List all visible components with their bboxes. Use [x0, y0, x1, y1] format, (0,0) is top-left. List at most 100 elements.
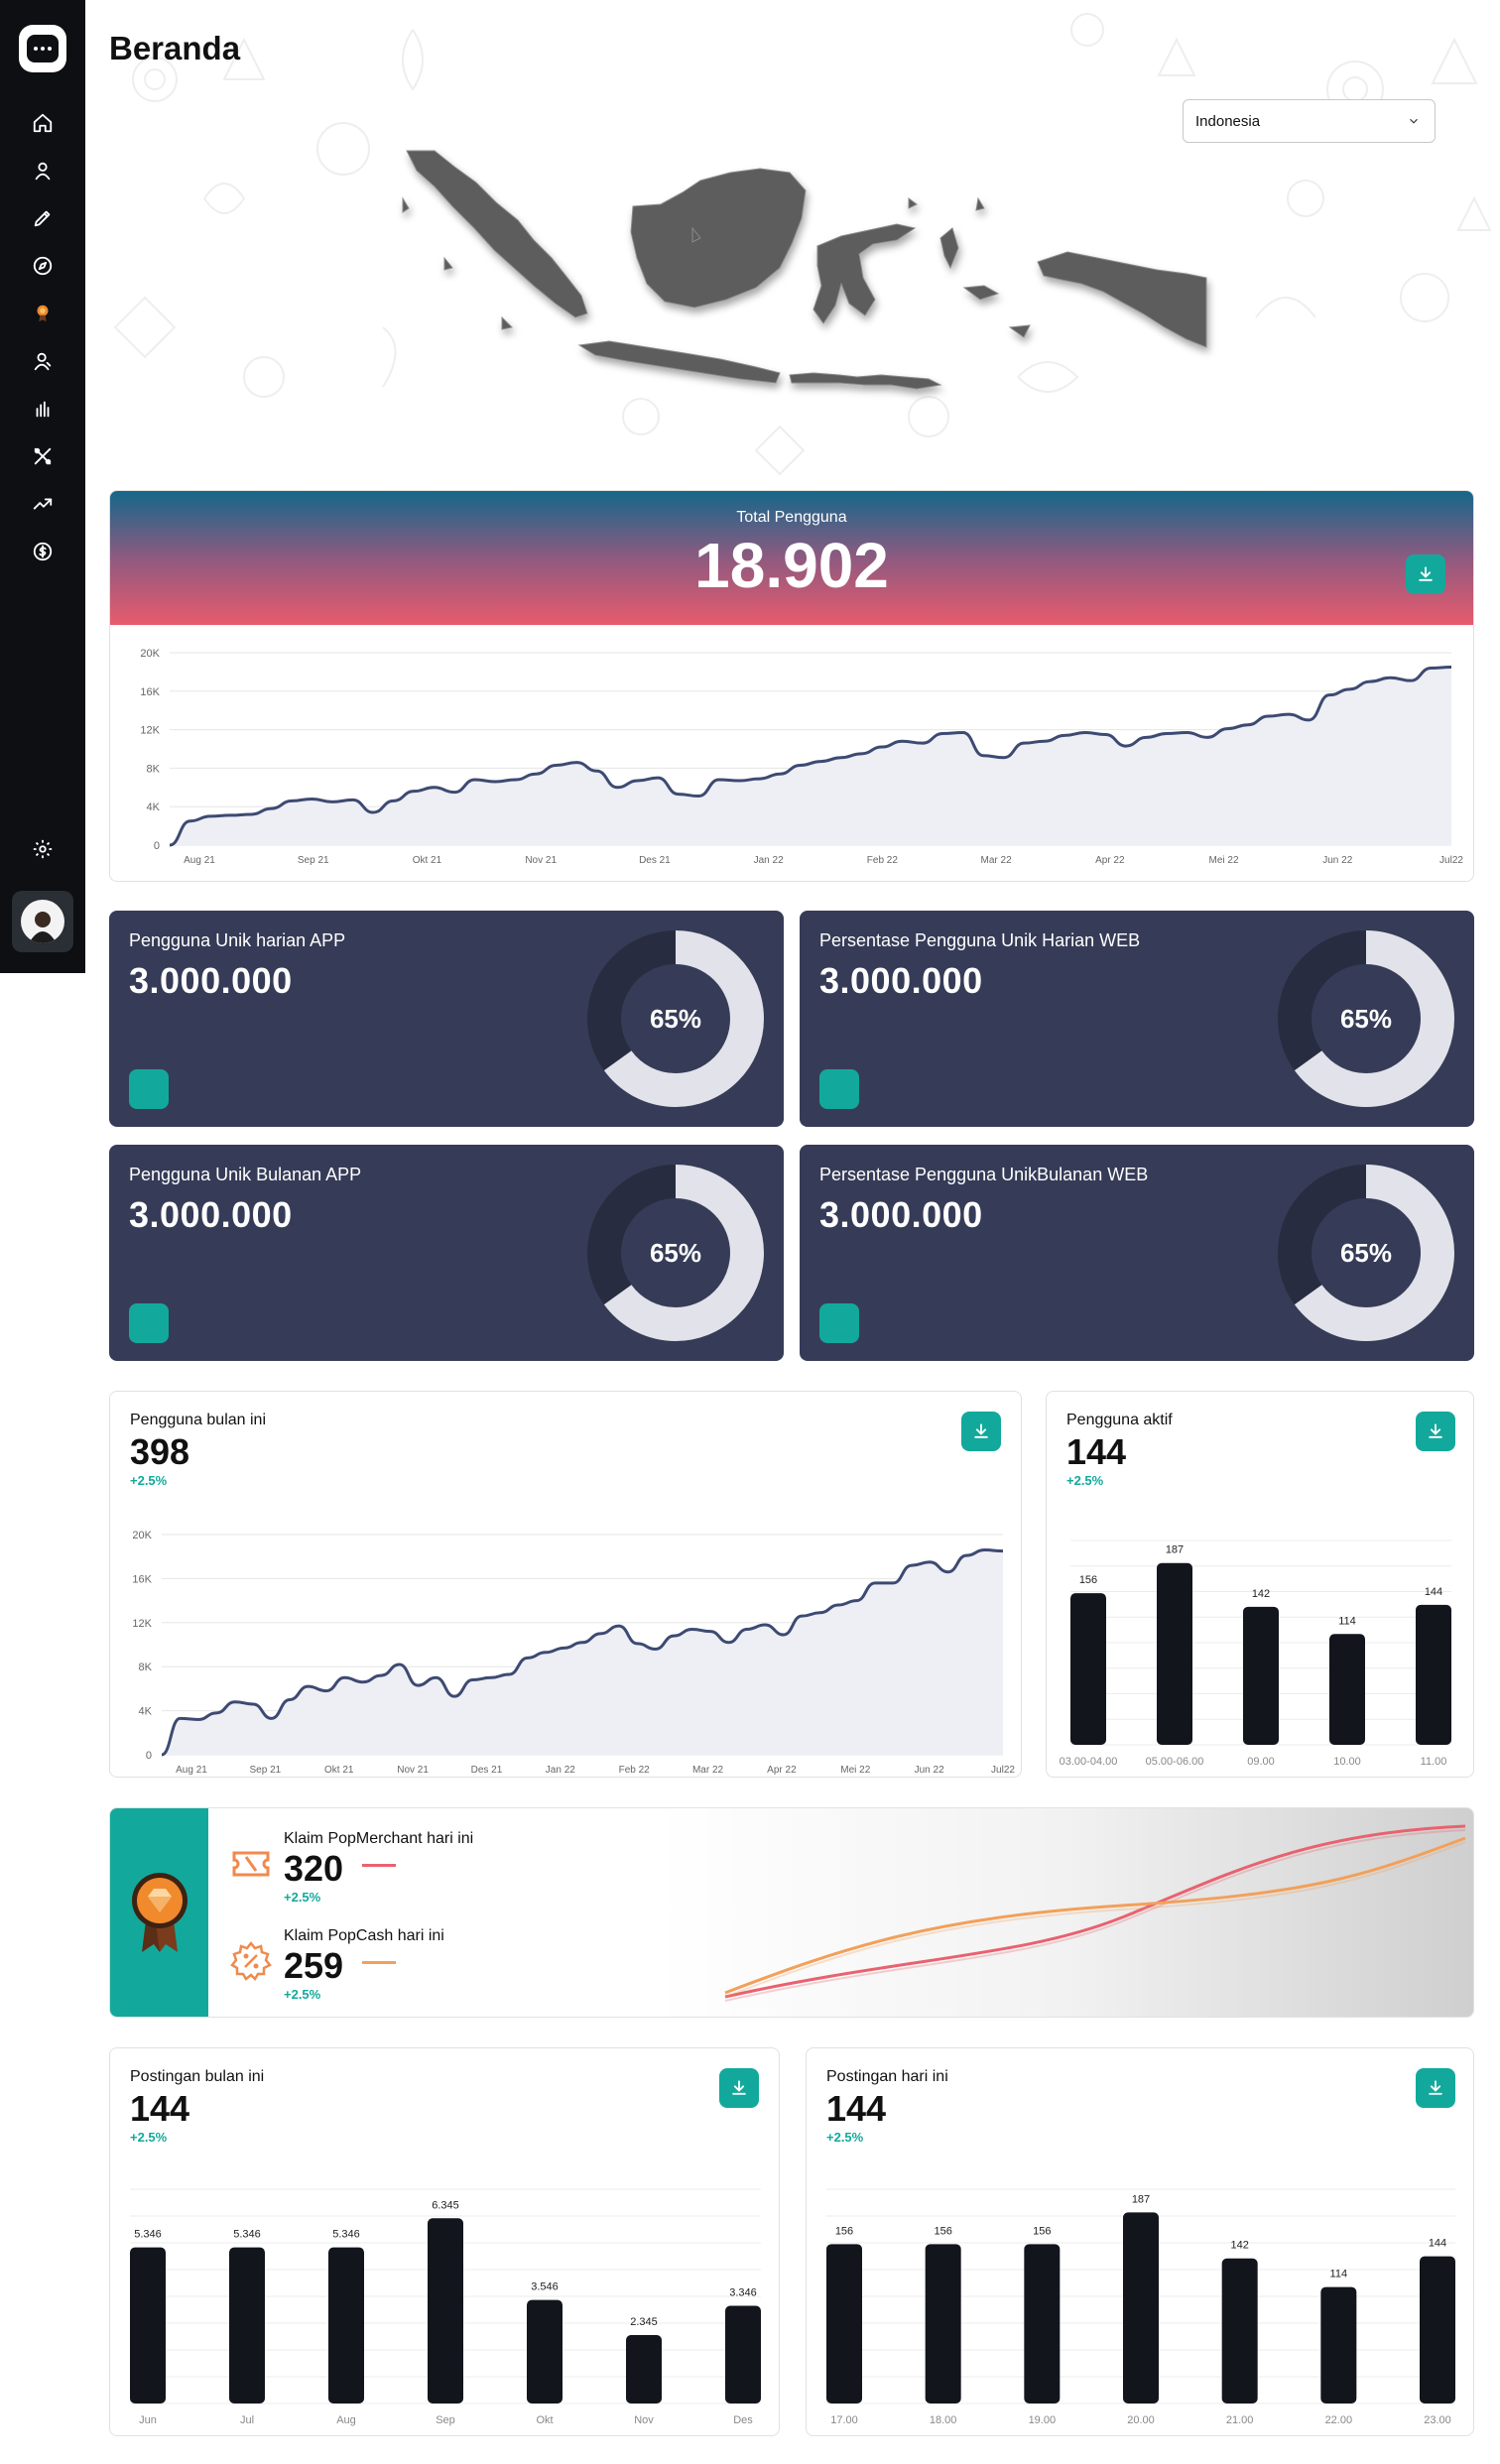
x-tick-label: 21.00: [1226, 2414, 1254, 2426]
monthly-users-chart: 0 4K 8K 12K 16K 20K Aug 21 Sep 21 Okt 21 Nov 21 De…: [132, 1530, 1015, 1776]
download-button[interactable]: [719, 2068, 759, 2108]
x-tick-label: Mar 22: [981, 855, 1013, 866]
posts-month-chart: 5.346 Jun 5.346 Jul 5.346 Aug 6.345 Sep 3.546 Okt…: [130, 2188, 761, 2426]
data-label: 156: [835, 2225, 853, 2237]
stat-title: Pengguna Unik Bulanan APP: [129, 1165, 362, 1184]
download-button[interactable]: [1406, 554, 1445, 594]
download-icon: [732, 2080, 746, 2095]
metric-value: 144: [826, 2088, 887, 2129]
legend-swatch-merchant: [362, 1864, 396, 1867]
sidebar-item-rewards[interactable]: [0, 290, 85, 337]
metric-title: Postingan hari ini: [826, 2068, 948, 2085]
stat-action-button[interactable]: [819, 1069, 859, 1109]
metric-title: Postingan bulan ini: [130, 2068, 265, 2085]
sidebar-nav: [0, 99, 85, 575]
x-tick-label: Okt 21: [324, 1765, 354, 1776]
bar: [328, 2247, 364, 2403]
users-icon: [34, 352, 52, 371]
x-tick-label: Mei 22: [840, 1765, 870, 1776]
sidebar-item-settings[interactable]: [0, 825, 85, 873]
app-logo[interactable]: [19, 25, 66, 72]
avatar[interactable]: [12, 891, 73, 952]
x-tick-label: Nov: [634, 2414, 654, 2426]
sidebar-item-finance[interactable]: [0, 528, 85, 575]
stat-card-daily-web: Persentase Pengguna Unik Harian WEB 3.00…: [800, 911, 1474, 1127]
tools-icon: [34, 447, 52, 465]
download-icon: [1429, 1423, 1442, 1438]
x-tick-label: 20.00: [1127, 2414, 1155, 2426]
download-button[interactable]: [961, 1412, 1001, 1451]
x-tick-label: Sep 21: [250, 1765, 282, 1776]
indonesia-map[interactable]: [85, 79, 1500, 476]
x-tick-label: Jun 22: [1322, 855, 1352, 866]
y-tick-label: 16K: [132, 1573, 152, 1585]
bar: [1070, 1593, 1106, 1745]
stat-value: 3.000.000: [819, 1194, 983, 1235]
y-tick-label: 4K: [139, 1706, 153, 1718]
sidebar-item-profile[interactable]: [0, 147, 85, 194]
y-tick-label: 16K: [140, 686, 160, 698]
stat-title: Persentase Pengguna UnikBulanan WEB: [819, 1165, 1149, 1184]
metric-value: 398: [130, 1431, 190, 1472]
y-tick-label: 12K: [132, 1618, 152, 1630]
x-tick-label: Jun 22: [915, 1765, 944, 1776]
bar: [1420, 2256, 1455, 2403]
stat-value: 3.000.000: [129, 1194, 293, 1235]
sidebar-item-tools[interactable]: [0, 432, 85, 480]
claim-value: 320: [284, 1848, 344, 1889]
bar: [826, 2244, 862, 2403]
x-tick-label: Okt: [536, 2414, 553, 2426]
chat-icon: [27, 35, 59, 62]
x-tick-label: Sep: [436, 2414, 455, 2426]
stat-value: 3.000.000: [819, 960, 983, 1001]
stat-action-button[interactable]: [819, 1303, 859, 1343]
x-tick-label: 17.00: [830, 2414, 858, 2426]
monthly-users-card: Pengguna bulan ini 398 +2.5% 0 4K 8K 12K 16K…: [109, 1391, 1022, 1778]
home-icon: [33, 113, 53, 133]
map-region-kalimantan: [630, 168, 807, 308]
discount-icon: [230, 1940, 272, 1982]
sidebar-item-home[interactable]: [0, 99, 85, 147]
user-icon: [35, 162, 51, 181]
claim-title: Klaim PopMerchant hari ini: [284, 1830, 474, 1847]
data-label: 156: [1079, 1574, 1097, 1586]
stat-value: 3.000.000: [129, 960, 293, 1001]
data-label: 144: [1425, 1586, 1442, 1598]
claim-change: +2.5%: [284, 1890, 321, 1905]
download-icon: [974, 1423, 988, 1438]
sidebar-item-explore[interactable]: [0, 242, 85, 290]
stat-action-button[interactable]: [129, 1069, 169, 1109]
badge-icon: [131, 1873, 188, 1952]
page-title: Beranda: [109, 30, 241, 66]
bar: [925, 2244, 961, 2403]
download-icon: [1419, 566, 1433, 581]
data-label: 144: [1429, 2238, 1446, 2250]
total-users-card: Total Pengguna 18.902 0 4K 8K 12K 16K 20K Aug …: [109, 490, 1474, 882]
posts-month-card: Postingan bulan ini 144 +2.5% 5.346 Jun 5.…: [109, 2047, 780, 2436]
sidebar-item-growth[interactable]: [0, 480, 85, 528]
stat-action-button[interactable]: [129, 1303, 169, 1343]
area-fill: [170, 667, 1451, 845]
download-button[interactable]: [1416, 2068, 1455, 2108]
map-region-nusa-tenggara: [789, 372, 942, 390]
pen-icon: [34, 210, 51, 227]
sidebar-item-analytics[interactable]: [0, 385, 85, 432]
bar: [725, 2305, 761, 2403]
bar: [130, 2247, 166, 2403]
download-icon: [1429, 2080, 1442, 2095]
sidebar-item-write[interactable]: [0, 194, 85, 242]
map-region-sumatra: [406, 150, 588, 318]
sidebar-item-users[interactable]: [0, 337, 85, 385]
download-button[interactable]: [1416, 1412, 1455, 1451]
x-tick-label: Aug 21: [184, 855, 215, 866]
x-tick-label: 10.00: [1333, 1756, 1361, 1768]
bar: [428, 2218, 463, 2403]
x-tick-label: Mar 22: [692, 1765, 724, 1776]
x-tick-label: Aug: [336, 2414, 356, 2426]
posts-today-card: Postingan hari ini 144 +2.5% 156 17.00 156…: [806, 2047, 1474, 2436]
x-tick-label: Nov 21: [525, 855, 557, 866]
data-label: 3.346: [729, 2287, 757, 2299]
data-label: 142: [1252, 1588, 1270, 1600]
x-tick-label: 11.00: [1421, 1756, 1447, 1768]
total-users-value: 18.902: [694, 530, 889, 601]
